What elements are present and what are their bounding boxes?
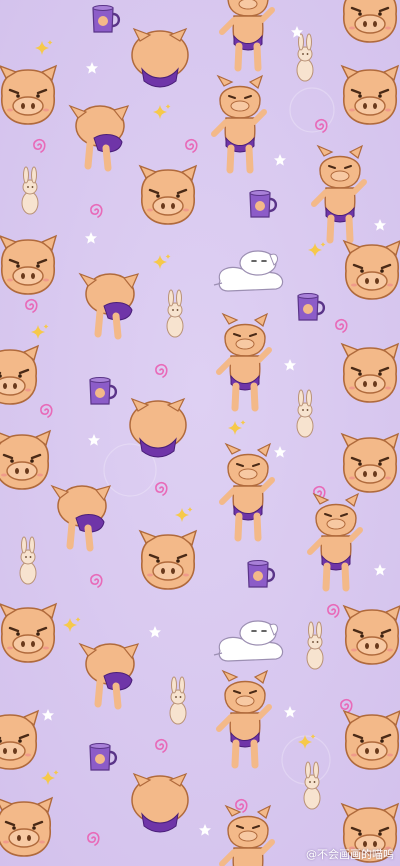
- pig-face-icon: [0, 234, 58, 296]
- pattern-wallpaper: [0, 0, 400, 866]
- pig-face-icon: [0, 429, 52, 491]
- pig-face-icon: [340, 64, 400, 126]
- pig-face-icon: [340, 0, 400, 44]
- pig-face-icon: [138, 164, 198, 226]
- pig-face-icon: [342, 604, 400, 666]
- watermark-text: @不会画画的喵呜: [306, 848, 394, 861]
- pig-face-icon: [138, 529, 198, 591]
- pig-face-icon: [0, 64, 58, 126]
- pig-face-icon: [340, 432, 400, 494]
- pig-face-icon: [342, 239, 400, 301]
- pig-face-icon: [342, 709, 400, 771]
- pig-face-icon: [0, 796, 54, 858]
- pig-face-icon: [0, 602, 58, 664]
- pig-face-icon: [340, 342, 400, 404]
